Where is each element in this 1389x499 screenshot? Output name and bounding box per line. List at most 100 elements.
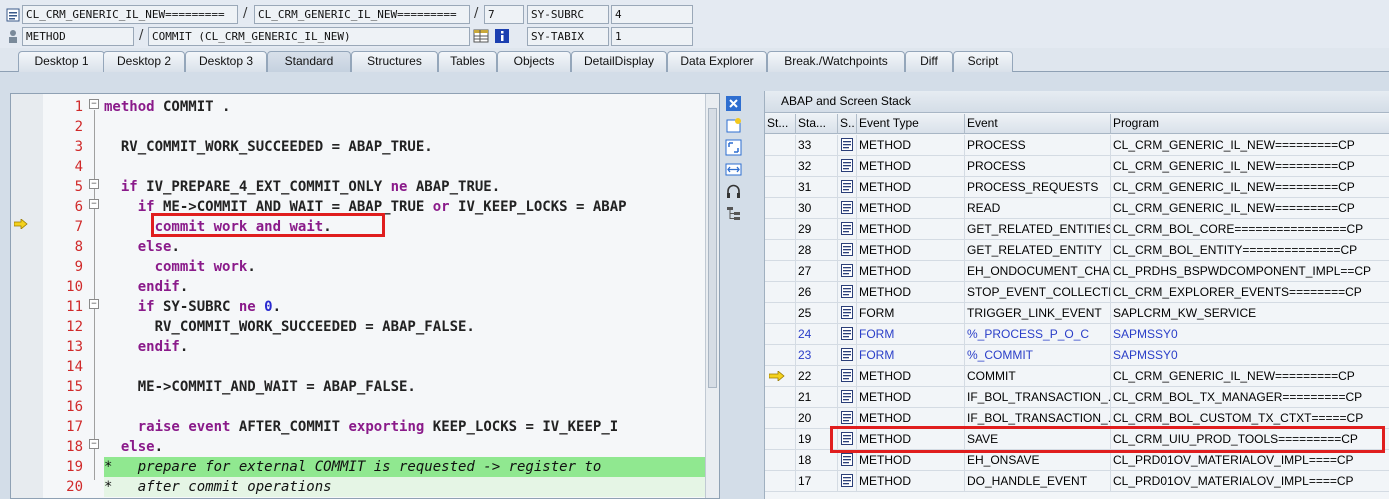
stack-cell-level: 33	[796, 135, 838, 155]
col-header-s[interactable]: S..	[838, 114, 857, 134]
stack-row[interactable]: 21 METHOD IF_BOL_TRANSACTION_... CL_CRM_BOL…	[765, 387, 1389, 408]
code-line[interactable]	[104, 397, 706, 417]
event-type-icon	[841, 306, 853, 319]
line-number: 15	[66, 379, 83, 395]
fullscreen-icon[interactable]	[725, 139, 742, 156]
close-icon[interactable]	[725, 95, 742, 112]
hierarchy-icon[interactable]	[725, 205, 742, 222]
tab-desktop-3[interactable]: Desktop 3	[185, 51, 267, 72]
stack-cell-type: METHOD	[857, 135, 965, 155]
code-line[interactable]: * after commit operations	[104, 477, 706, 497]
stack-row[interactable]: 27 METHOD EH_ONDOCUMENT_CHA... CL_PRDHS_BSP…	[765, 261, 1389, 282]
fold-toggle[interactable]: −	[89, 199, 99, 209]
code-line[interactable]: * prepare for external COMMIT is request…	[104, 457, 706, 477]
code-line[interactable]: commit work.	[104, 257, 706, 277]
event-type-icon	[841, 327, 853, 340]
col-header-stack-level[interactable]: Sta...	[796, 114, 838, 134]
fold-toggle[interactable]: −	[89, 99, 99, 109]
stack-row[interactable]: 32 METHOD PROCESS CL_CRM_GENERIC_IL_NEW====…	[765, 156, 1389, 177]
stack-row[interactable]: 29 METHOD GET_RELATED_ENTITIES CL_CRM_BOL_C…	[765, 219, 1389, 240]
tab-objects[interactable]: Objects	[497, 51, 571, 72]
scrollbar-thumb[interactable]	[708, 108, 717, 388]
stack-row[interactable]: 30 METHOD READ CL_CRM_GENERIC_IL_NEW=======…	[765, 198, 1389, 219]
stack-cell-event: GET_RELATED_ENTITY	[965, 240, 1111, 260]
stack-row[interactable]: 25 FORM TRIGGER_LINK_EVENT SAPLCRM_KW_SERVI…	[765, 303, 1389, 324]
code-line[interactable]: endif.	[104, 277, 706, 297]
method-icon	[9, 30, 17, 43]
event-type-icon	[841, 453, 853, 466]
editor-scrollbar[interactable]	[705, 94, 719, 498]
code-line[interactable]: RV_COMMIT_WORK_SUCCEEDED = ABAP_TRUE.	[104, 137, 706, 157]
col-header-event[interactable]: Event	[965, 114, 1111, 134]
stack-row[interactable]: 24 FORM %_PROCESS_P_O_C SAPMSSY0	[765, 324, 1389, 345]
info-icon[interactable]	[494, 28, 510, 44]
tab-desktop-1[interactable]: Desktop 1	[18, 51, 105, 72]
variable-name-field-1[interactable]: SY-SUBRC	[527, 5, 609, 24]
col-header-program[interactable]: Program	[1111, 114, 1389, 134]
tab-standard[interactable]: Standard	[267, 51, 351, 72]
tab-data-explorer[interactable]: Data Explorer	[667, 51, 767, 72]
tab-detaildisplay[interactable]: DetailDisplay	[571, 51, 667, 72]
col-header-event-type[interactable]: Event Type	[857, 114, 965, 134]
line-field[interactable]: 7	[484, 5, 524, 24]
code-line[interactable]: else.	[104, 237, 706, 257]
current-arrow-icon	[769, 371, 785, 381]
tab-diff[interactable]: Diff	[905, 51, 953, 72]
stack-row[interactable]: 17 METHOD DO_HANDLE_EVENT CL_PRD01OV_MATERI…	[765, 471, 1389, 492]
code-line[interactable]: RV_COMMIT_WORK_SUCCEEDED = ABAP_FALSE.	[104, 317, 706, 337]
stack-row[interactable]: 22 METHOD COMMIT CL_CRM_GENERIC_IL_NEW=====…	[765, 366, 1389, 387]
code-line[interactable]	[104, 157, 706, 177]
headset-icon[interactable]	[725, 183, 742, 200]
stack-cell-event: %_PROCESS_P_O_C	[965, 324, 1111, 344]
stack-cell-level: 28	[796, 240, 838, 260]
fold-toggle[interactable]: −	[89, 439, 99, 449]
code-line[interactable]: if IV_PREPARE_4_EXT_COMMIT_ONLY ne ABAP_…	[104, 177, 706, 197]
event-type-icon	[838, 408, 857, 428]
code-line[interactable]	[104, 117, 706, 137]
code-line[interactable]: endif.	[104, 337, 706, 357]
variable-name-field-2[interactable]: SY-TABIX	[527, 27, 609, 46]
include-field[interactable]: CL_CRM_GENERIC_IL_NEW=========	[254, 5, 470, 24]
stack-cell-type: METHOD	[857, 240, 965, 260]
event-type-field[interactable]: METHOD	[22, 27, 134, 46]
separator: /	[139, 28, 144, 43]
fold-toggle[interactable]: −	[89, 299, 99, 309]
code-line[interactable]: if SY-SUBRC ne 0.	[104, 297, 706, 317]
breakpoint-gutter[interactable]	[11, 94, 43, 498]
table-icon[interactable]	[473, 28, 489, 44]
tab-desktop-2[interactable]: Desktop 2	[103, 51, 185, 72]
code-line[interactable]: raise event AFTER_COMMIT exporting KEEP_…	[104, 417, 706, 437]
stack-cell-level: 25	[796, 303, 838, 323]
tab-tables[interactable]: Tables	[438, 51, 497, 72]
code-line[interactable]: ME->COMMIT_AND_WAIT = ABAP_FALSE.	[104, 377, 706, 397]
stack-row[interactable]: 18 METHOD EH_ONSAVE CL_PRD01OV_MATERIALOV_I…	[765, 450, 1389, 471]
code-line[interactable]: method COMMIT .	[104, 97, 706, 117]
source-code-editor[interactable]: − − − − − 1 method COMMIT . 2 3 RV_COMMIT_W…	[10, 93, 720, 499]
col-header-st[interactable]: St...	[765, 114, 796, 134]
variable-value-field-1[interactable]: 4	[611, 5, 693, 24]
stack-cell-type: METHOD	[857, 408, 965, 428]
event-type-icon	[838, 219, 857, 239]
tab-structures[interactable]: Structures	[351, 51, 438, 72]
status-cell	[765, 135, 796, 155]
tab-script[interactable]: Script	[953, 51, 1013, 72]
code-line[interactable]: else.	[104, 437, 706, 457]
new-icon[interactable]	[725, 117, 742, 134]
stack-row[interactable]: 23 FORM %_COMMIT SAPMSSY0	[765, 345, 1389, 366]
variable-value-field-2[interactable]: 1	[611, 27, 693, 46]
split-icon[interactable]	[725, 161, 742, 178]
status-cell	[765, 450, 796, 470]
stack-row[interactable]: 31 METHOD PROCESS_REQUESTS CL_CRM_GENERIC_I…	[765, 177, 1389, 198]
code-line[interactable]	[104, 357, 706, 377]
event-type-icon	[841, 201, 853, 214]
stack-row[interactable]: 26 METHOD STOP_EVENT_COLLECTI... CL_CRM_EXP…	[765, 282, 1389, 303]
event-type-icon	[838, 177, 857, 197]
stack-row[interactable]: 33 METHOD PROCESS CL_CRM_GENERIC_IL_NEW====…	[765, 135, 1389, 156]
line-number: 3	[74, 139, 83, 155]
event-field[interactable]: COMMIT (CL_CRM_GENERIC_IL_NEW)	[148, 27, 470, 46]
stack-cell-level: 32	[796, 156, 838, 176]
program-field[interactable]: CL_CRM_GENERIC_IL_NEW=========	[22, 5, 238, 24]
fold-toggle[interactable]: −	[89, 179, 99, 189]
stack-row[interactable]: 28 METHOD GET_RELATED_ENTITY CL_CRM_BOL_ENT…	[765, 240, 1389, 261]
tab-break-watchpoints[interactable]: Break./Watchpoints	[767, 51, 905, 72]
